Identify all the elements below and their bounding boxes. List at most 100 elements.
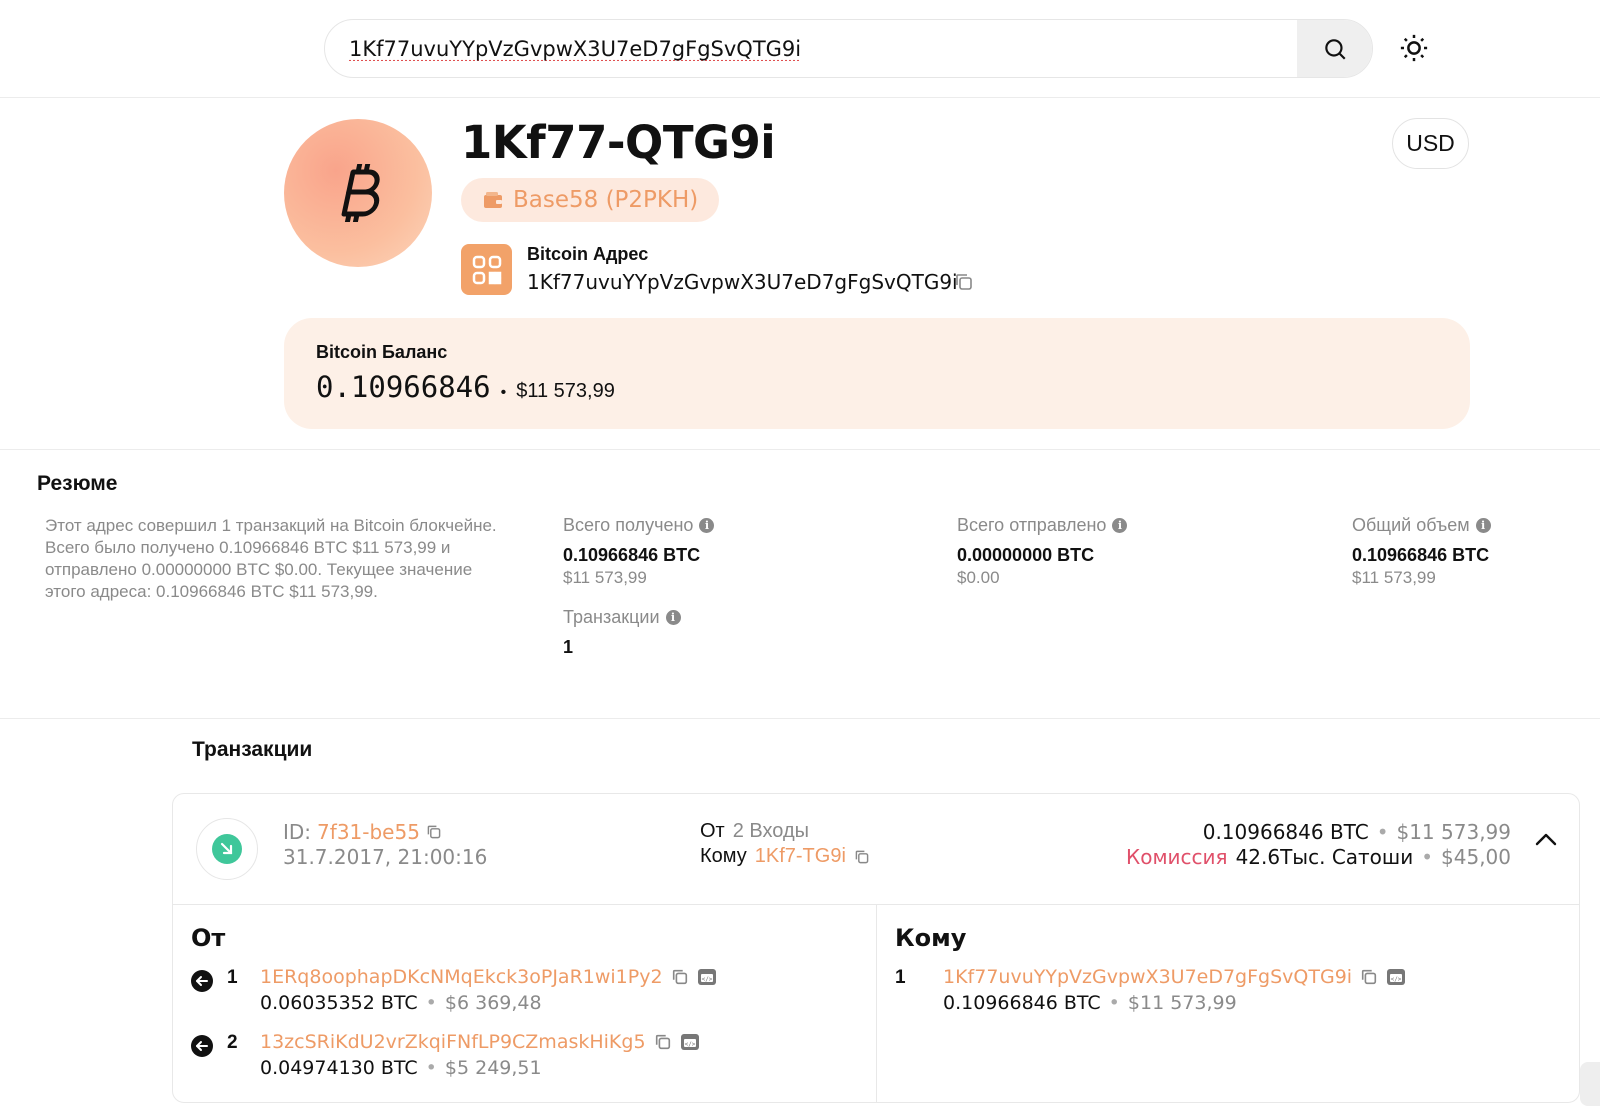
output-usd: $11 573,99 <box>1127 992 1237 1014</box>
balance-card: Bitcoin Баланс 0.10966846 • $11 573,99 <box>284 318 1470 429</box>
copy-icon[interactable] <box>854 849 870 865</box>
input-address-link[interactable]: 13zcSRiKdU2vrZkqiFNfLP9CZmaskHiKg5 <box>260 1031 646 1053</box>
transaction-id-link[interactable]: 7f31-be55 <box>317 820 420 844</box>
script-icon[interactable]: </> <box>680 1033 700 1051</box>
stat-received-btc: 0.10966846 BTC <box>563 545 701 565</box>
output-btc: 0.10966846 BTC <box>943 992 1101 1014</box>
amount-usd: $11 573,99 <box>1396 820 1511 844</box>
page-title: 1Kf77-QTG9i <box>461 116 776 169</box>
summary-text: Этот адрес совершил 1 транзакций на Bitc… <box>45 516 497 601</box>
input-arrow <box>191 970 213 992</box>
outputs-title: Кому <box>895 924 967 952</box>
stat-sent-label: Всего отправлено <box>957 515 1107 535</box>
output-row: 1Kf77uvuYYpVzGvpwX3U7eD7gFgSvQTG9i </> 0… <box>943 966 1406 1014</box>
input-row: 1ERq8oophapDKcNMqEkck3oPJaR1wi1Py2 </> 0… <box>260 966 717 1014</box>
search-button[interactable] <box>1297 20 1372 77</box>
to-label: Кому <box>700 845 747 867</box>
address-type-label: Base58 (P2PKH) <box>513 187 699 213</box>
svg-text:</>: </> <box>701 976 712 983</box>
copy-address-button[interactable] <box>954 272 974 297</box>
arrow-left-icon <box>196 976 208 986</box>
info-icon[interactable]: i <box>1112 518 1128 533</box>
copy-icon[interactable] <box>1360 968 1378 986</box>
bitcoin-icon <box>341 164 380 222</box>
address-type-badge: Base58 (P2PKH) <box>461 178 719 222</box>
fee-value: 42.6Тыс. Сатоши <box>1235 845 1414 869</box>
balance-row: 0.10966846 • $11 573,99 <box>316 370 615 404</box>
transaction-fee: Комиссия 42.6Тыс. Сатоши • $45,00 <box>1126 845 1511 869</box>
stat-transactions-value: 1 <box>563 637 574 657</box>
transaction-date: 31.7.2017, 21:00:16 <box>283 845 488 869</box>
balance-label: Bitcoin Баланс <box>316 342 448 362</box>
wallet-icon <box>484 192 502 208</box>
stat-sent: Всего отправлено i 0.00000000 BTC $0.00 <box>957 515 1128 588</box>
separator-dot: • <box>425 1057 437 1079</box>
bitcoin-avatar <box>284 119 432 267</box>
separator-dot: • <box>1108 992 1120 1014</box>
collapse-button[interactable] <box>1535 832 1557 851</box>
inputs-title: От <box>191 924 226 952</box>
transaction-card: ID: 7f31-be55 31.7.2017, 21:00:16 От 2 В… <box>172 793 1580 1103</box>
input-row: 13zcSRiKdU2vrZkqiFNfLP9CZmaskHiKg5 </> 0… <box>260 1031 700 1079</box>
divider <box>0 718 1600 719</box>
balance-usd: $11 573,99 <box>516 380 615 402</box>
currency-button[interactable]: USD <box>1392 118 1469 169</box>
incoming-arrow-icon <box>220 842 233 855</box>
top-bar <box>0 0 1600 98</box>
copy-icon[interactable] <box>654 1033 672 1051</box>
info-icon[interactable]: i <box>665 610 681 625</box>
chevron-up-icon <box>1535 833 1557 846</box>
script-icon[interactable]: </> <box>1386 968 1406 986</box>
separator-dot: • <box>500 384 507 401</box>
search-icon <box>1324 38 1346 60</box>
script-icon[interactable]: </> <box>697 968 717 986</box>
transaction-amount: 0.10966846 BTC • $11 573,99 <box>1203 820 1511 844</box>
copy-icon <box>956 274 972 290</box>
fee-usd: $45,00 <box>1441 845 1511 869</box>
to-address-link[interactable]: 1Kf7-TG9i <box>755 845 846 868</box>
transaction-from: От 2 Входы <box>700 820 809 843</box>
divider <box>0 449 1600 450</box>
input-btc: 0.06035352 BTC <box>260 992 418 1014</box>
input-btc: 0.04974130 BTC <box>260 1057 418 1079</box>
output-address-link[interactable]: 1Kf77uvuYYpVzGvpwX3U7eD7gFgSvQTG9i <box>943 966 1352 988</box>
arrow-left-icon <box>196 1041 208 1051</box>
from-value: 2 Входы <box>732 820 810 842</box>
info-icon[interactable]: i <box>1475 518 1491 533</box>
address-label: Bitcoin Адрес <box>527 244 649 264</box>
stat-sent-btc: 0.00000000 BTC <box>957 545 1095 565</box>
search-input[interactable] <box>349 20 1269 77</box>
copy-icon[interactable] <box>426 824 442 840</box>
stat-volume-usd: $11 573,99 <box>1352 568 1436 587</box>
transaction-to: Кому 1Kf7-TG9i <box>700 845 870 868</box>
stat-received-label: Всего получено <box>563 515 694 535</box>
transaction-id-label: ID: <box>283 820 312 844</box>
stat-transactions-label: Транзакции <box>563 607 660 627</box>
transaction-id: ID: 7f31-be55 <box>283 820 442 844</box>
input-index: 1 <box>227 967 238 988</box>
svg-text:</>: </> <box>684 1041 695 1048</box>
address-value: 1Kf77uvuYYpVzGvpwX3U7eD7gFgSvQTG9i <box>527 270 958 294</box>
stat-volume-btc: 0.10966846 BTC <box>1352 545 1490 565</box>
side-handle[interactable] <box>1580 1062 1600 1106</box>
output-index: 1 <box>895 967 906 988</box>
theme-toggle-button[interactable] <box>1394 28 1434 68</box>
summary-title: Резюме <box>37 472 118 495</box>
amount-btc: 0.10966846 BTC <box>1202 820 1369 844</box>
input-usd: $5 249,51 <box>444 1057 542 1079</box>
stat-sent-usd: $0.00 <box>957 568 1000 587</box>
svg-text:</>: </> <box>1391 976 1402 983</box>
input-arrow <box>191 1035 213 1057</box>
divider <box>876 904 877 1102</box>
qr-code-button[interactable] <box>461 244 512 295</box>
sun-icon <box>1400 34 1428 62</box>
input-address-link[interactable]: 1ERq8oophapDKcNMqEkck3oPJaR1wi1Py2 <box>260 966 663 988</box>
stat-volume-label: Общий объем <box>1352 515 1470 535</box>
stat-volume: Общий объем i 0.10966846 BTC $11 573,99 <box>1352 515 1491 588</box>
separator-dot: • <box>1421 845 1434 869</box>
stat-transactions: Транзакции i 1 <box>563 607 681 658</box>
fee-label: Комиссия <box>1126 845 1228 869</box>
balance-btc: 0.10966846 <box>316 370 491 404</box>
info-icon[interactable]: i <box>699 518 715 533</box>
copy-icon[interactable] <box>671 968 689 986</box>
